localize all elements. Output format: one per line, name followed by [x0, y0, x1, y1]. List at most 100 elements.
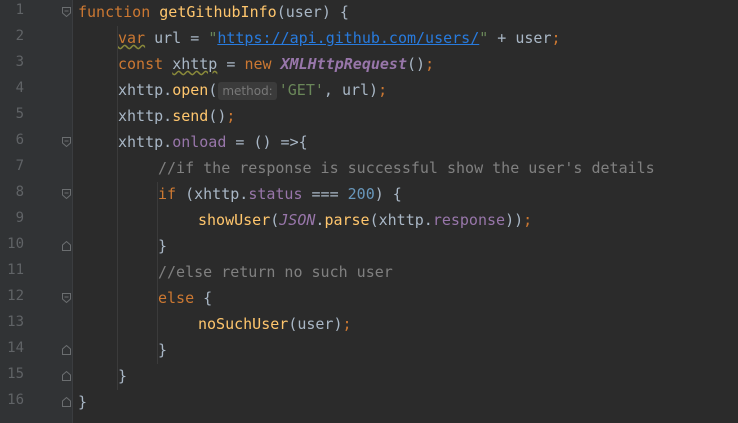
code-text: else { — [158, 288, 212, 308]
fold-close-icon[interactable] — [62, 241, 71, 251]
closing-brace: } — [78, 393, 88, 411]
code-text: if (xhttp.status === 200) { — [158, 184, 402, 204]
code-text: function getGithubInfo(user) { — [78, 2, 349, 22]
code-text: xhttp.send(); — [118, 106, 235, 126]
property-name: status — [248, 185, 303, 203]
code-line-11[interactable]: 11 //else return no such user — [0, 260, 738, 286]
closing-brace: } — [158, 237, 168, 255]
code-token: url = — [145, 29, 209, 47]
code-token: { — [194, 289, 213, 307]
code-token: xhttp. — [118, 107, 173, 125]
property-name: onload — [172, 133, 227, 151]
line-number: 6 — [15, 132, 24, 148]
comment: //else return no such user — [158, 263, 393, 281]
code-text: xhttp.onload = () =>{ — [118, 132, 308, 152]
function-name: showUser — [198, 211, 271, 229]
code-line-12[interactable]: 12 else { — [0, 286, 738, 312]
fold-close-icon[interactable] — [62, 397, 71, 407]
parameter-hint: method: — [218, 82, 277, 100]
code-token: xhttp. — [118, 133, 173, 151]
code-token: + user — [488, 29, 552, 47]
code-line-13[interactable]: 13 noSuchUser(user); — [0, 312, 738, 338]
code-token: xhttp. — [118, 81, 173, 99]
fold-open-icon[interactable] — [62, 189, 71, 199]
string-literal: 'GET' — [278, 81, 324, 99]
code-text: showUser(JSON.parse(xhttp.response)); — [198, 210, 532, 230]
code-line-4[interactable]: 4 xhttp.open(method: 'GET', url); — [0, 78, 738, 104]
code-editor[interactable]: 1 function getGithubInfo(user) { 2 var u… — [0, 0, 738, 423]
code-line-3[interactable]: 3 const xhttp = new XMLHttpRequest(); — [0, 52, 738, 78]
line-number: 1 — [15, 2, 24, 18]
code-line-2[interactable]: 2 var url = "https://api.github.com/user… — [0, 26, 738, 52]
property-name: response — [432, 211, 506, 229]
line-number: 10 — [7, 236, 24, 252]
url-link[interactable]: https://api.github.com/users/ — [217, 29, 479, 47]
code-token: () — [407, 55, 426, 73]
code-line-1[interactable]: 1 function getGithubInfo(user) { — [0, 0, 738, 26]
variable-name: xhttp — [172, 55, 218, 73]
code-text: xhttp.open(method: 'GET', url); — [118, 80, 387, 100]
class-name: JSON — [279, 211, 316, 229]
method-name: send — [172, 107, 209, 125]
code-token: = () =>{ — [226, 133, 308, 151]
keyword: function — [78, 3, 151, 21]
line-number: 13 — [7, 314, 24, 330]
code-line-5[interactable]: 5 xhttp.send(); — [0, 104, 738, 130]
fold-open-icon[interactable] — [62, 293, 71, 303]
string-quote: " — [479, 29, 489, 47]
code-line-10[interactable]: 10 } — [0, 234, 738, 260]
code-text: noSuchUser(user); — [198, 314, 352, 334]
line-number: 5 — [15, 106, 24, 122]
code-text: var url = "https://api.github.com/users/… — [118, 28, 561, 48]
semicolon: ; — [378, 81, 388, 99]
semicolon: ; — [523, 211, 533, 229]
fold-open-icon[interactable] — [62, 137, 71, 147]
method-name: open — [172, 81, 209, 99]
code-line-7[interactable]: 7 //if the response is successful show t… — [0, 156, 738, 182]
keyword: var — [118, 29, 146, 47]
line-number: 15 — [7, 366, 24, 382]
keyword: else — [158, 289, 195, 307]
line-number: 14 — [7, 340, 24, 356]
line-number: 11 — [7, 262, 24, 278]
code-text: const xhttp = new XMLHttpRequest(); — [118, 54, 434, 74]
code-token: ) { — [374, 185, 402, 203]
code-token: (user) — [288, 315, 343, 333]
function-name: getGithubInfo — [159, 3, 277, 21]
code-line-9[interactable]: 9 showUser(JSON.parse(xhttp.response)); — [0, 208, 738, 234]
code-token: )) — [505, 211, 524, 229]
code-line-8[interactable]: 8 if (xhttp.status === 200) { — [0, 182, 738, 208]
keyword: new — [244, 55, 272, 73]
line-number: 9 — [15, 210, 24, 226]
code-line-14[interactable]: 14 } — [0, 338, 738, 364]
code-line-16[interactable]: 16 } — [0, 390, 738, 416]
function-name: noSuchUser — [198, 315, 289, 333]
code-token: = — [217, 55, 245, 73]
keyword: const — [118, 55, 164, 73]
code-token: (user) { — [276, 3, 349, 21]
code-line-6[interactable]: 6 xhttp.onload = () =>{ — [0, 130, 738, 156]
code-token: , url) — [323, 81, 379, 99]
fold-open-icon[interactable] — [62, 7, 71, 17]
code-token: ( — [208, 81, 218, 99]
semicolon: ; — [551, 29, 561, 47]
semicolon: ; — [342, 315, 352, 333]
string-quote: " — [208, 29, 218, 47]
line-number: 16 — [7, 392, 24, 408]
semicolon: ; — [226, 107, 236, 125]
keyword: if — [158, 185, 177, 203]
line-number: 3 — [15, 54, 24, 70]
fold-close-icon[interactable] — [62, 345, 71, 355]
line-number: 2 — [15, 28, 24, 44]
line-number: 8 — [15, 184, 24, 200]
code-token: (xhttp. — [369, 211, 433, 229]
fold-close-icon[interactable] — [62, 371, 71, 381]
closing-brace: } — [118, 367, 128, 385]
closing-brace: } — [158, 341, 168, 359]
method-name: parse — [324, 211, 370, 229]
class-name: XMLHttpRequest — [280, 55, 407, 73]
code-line-15[interactable]: 15 } — [0, 364, 738, 390]
code-token: () — [208, 107, 227, 125]
line-number: 7 — [15, 158, 24, 174]
code-token: (xhttp. — [176, 185, 249, 203]
